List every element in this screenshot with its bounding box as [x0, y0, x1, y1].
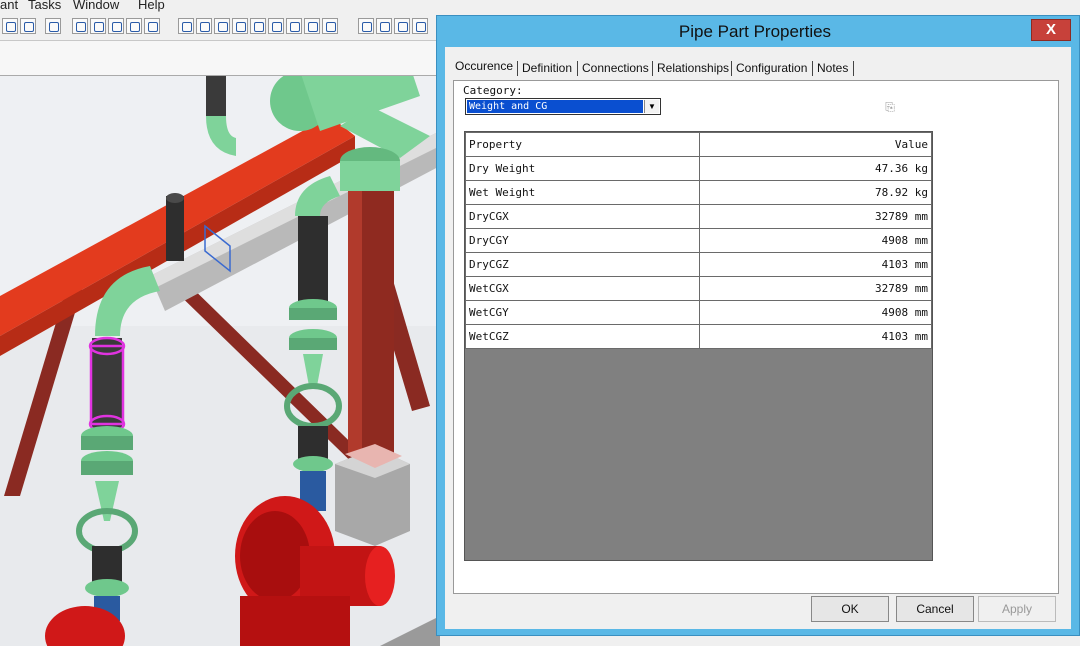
- menu-item-tasks[interactable]: Tasks: [28, 0, 61, 12]
- property-grid: Property Value Dry Weight 47.36 kg Wet W…: [464, 131, 933, 561]
- property-value[interactable]: 78.92 kg: [698, 180, 933, 205]
- menu-item-help[interactable]: Help: [138, 0, 165, 12]
- tab-divider: [517, 61, 518, 76]
- category-selected-value: Weight and CG: [467, 100, 643, 113]
- toolbar: [0, 14, 440, 41]
- property-name: Wet Weight: [465, 180, 700, 205]
- tab-configuration[interactable]: Configuration: [736, 61, 807, 75]
- property-name: DryCGX: [465, 204, 700, 229]
- copy-icon[interactable]: ⎘: [881, 100, 899, 116]
- table-header-row: Property Value: [465, 132, 933, 157]
- tab-definition[interactable]: Definition: [522, 61, 572, 75]
- tab-panel-occurence: Category: Weight and CG ▼ ⎘ Property Val…: [453, 80, 1059, 594]
- menu-item-window[interactable]: Window: [73, 0, 119, 12]
- toolbar-tool-2-icon[interactable]: [90, 18, 106, 34]
- toolbar-tool-6-icon[interactable]: [178, 18, 194, 34]
- toolbar-tool-11-icon[interactable]: [268, 18, 284, 34]
- toolbar-dropdown-icon[interactable]: [322, 18, 338, 34]
- table-row[interactable]: DryCGZ 4103 mm: [465, 252, 933, 277]
- toolbar-pan-icon[interactable]: [376, 18, 392, 34]
- property-value[interactable]: 32789 mm: [698, 204, 933, 229]
- tab-divider: [731, 61, 732, 76]
- 3d-viewport[interactable]: [0, 76, 440, 646]
- property-value[interactable]: 4908 mm: [698, 300, 933, 325]
- toolbar-rotate-icon[interactable]: [20, 18, 36, 34]
- chevron-down-icon[interactable]: ▼: [644, 100, 659, 113]
- tab-divider: [652, 61, 653, 76]
- toolbar-move-icon[interactable]: [2, 18, 18, 34]
- property-name: DryCGZ: [465, 252, 700, 277]
- toolbar-tool-3-icon[interactable]: [108, 18, 124, 34]
- toolbar-undo-icon[interactable]: [45, 18, 61, 34]
- toolbar-tool-9-icon[interactable]: [232, 18, 248, 34]
- toolbar-zoom-window-icon[interactable]: [394, 18, 410, 34]
- toolbar-tool-13-icon[interactable]: [304, 18, 320, 34]
- apply-button[interactable]: Apply: [978, 596, 1056, 622]
- table-row[interactable]: DryCGX 32789 mm: [465, 204, 933, 229]
- toolbar-zoom-icon[interactable]: [358, 18, 374, 34]
- tab-occurence[interactable]: Occurence: [455, 59, 513, 73]
- tab-divider: [812, 61, 813, 76]
- menu-item-plant[interactable]: ant: [0, 0, 18, 12]
- tab-divider: [577, 61, 578, 76]
- pipe-part-properties-dialog: Pipe Part Properties X Occurence Definit…: [436, 15, 1080, 636]
- toolbar-tool-7-icon[interactable]: [196, 18, 212, 34]
- table-row[interactable]: WetCGX 32789 mm: [465, 276, 933, 301]
- toolbar-secondary: [0, 41, 440, 76]
- tab-notes[interactable]: Notes: [817, 61, 848, 75]
- 3d-model-scene: [0, 76, 440, 646]
- table-row[interactable]: Dry Weight 47.36 kg: [465, 156, 933, 181]
- property-name: WetCGZ: [465, 324, 700, 349]
- dialog-body: Occurence Definition Connections Relatio…: [445, 47, 1071, 629]
- column-header-value: Value: [698, 132, 933, 157]
- toolbar-fit-icon[interactable]: [412, 18, 428, 34]
- dialog-title: Pipe Part Properties: [678, 22, 832, 41]
- ok-button[interactable]: OK: [811, 596, 889, 622]
- category-label: Category:: [463, 84, 523, 97]
- property-value[interactable]: 32789 mm: [698, 276, 933, 301]
- toolbar-tool-12-icon[interactable]: [286, 18, 302, 34]
- property-value[interactable]: 4103 mm: [698, 252, 933, 277]
- tab-relationships[interactable]: Relationships: [657, 61, 729, 75]
- property-name: Dry Weight: [465, 156, 700, 181]
- table-row[interactable]: Wet Weight 78.92 kg: [465, 180, 933, 205]
- tab-divider: [853, 61, 854, 76]
- category-dropdown[interactable]: Weight and CG ▼: [465, 98, 661, 115]
- tab-connections[interactable]: Connections: [582, 61, 649, 75]
- menu-bar: ant Tasks Window Help: [0, 0, 440, 14]
- property-value[interactable]: 47.36 kg: [698, 156, 933, 181]
- close-button[interactable]: X: [1031, 19, 1071, 41]
- toolbar-tool-1-icon[interactable]: [72, 18, 88, 34]
- toolbar-tool-10-icon[interactable]: [250, 18, 266, 34]
- column-header-property: Property: [465, 132, 700, 157]
- toolbar-tool-4-icon[interactable]: [126, 18, 142, 34]
- property-value[interactable]: 4103 mm: [698, 324, 933, 349]
- table-row[interactable]: DryCGY 4908 mm: [465, 228, 933, 253]
- toolbar-tool-5-icon[interactable]: [144, 18, 160, 34]
- table-row[interactable]: WetCGZ 4103 mm: [465, 324, 933, 349]
- property-name: DryCGY: [465, 228, 700, 253]
- table-row[interactable]: WetCGY 4908 mm: [465, 300, 933, 325]
- property-value[interactable]: 4908 mm: [698, 228, 933, 253]
- property-name: WetCGX: [465, 276, 700, 301]
- toolbar-tool-8-icon[interactable]: [214, 18, 230, 34]
- cancel-button[interactable]: Cancel: [896, 596, 974, 622]
- property-name: WetCGY: [465, 300, 700, 325]
- property-table: Property Value Dry Weight 47.36 kg Wet W…: [465, 132, 933, 349]
